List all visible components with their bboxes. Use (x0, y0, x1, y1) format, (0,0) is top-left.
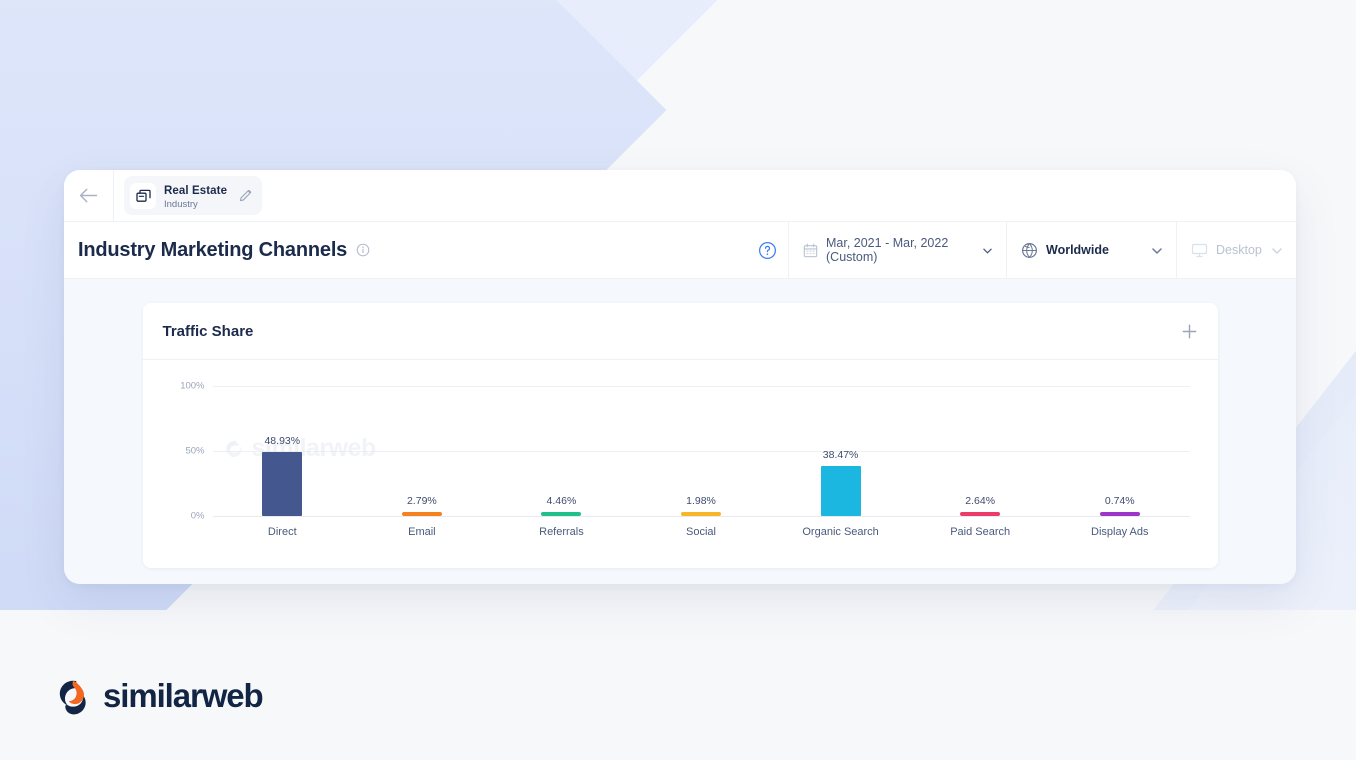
category-label: Referrals (539, 526, 584, 538)
page-title: Industry Marketing Channels (78, 238, 348, 261)
plus-icon (1182, 324, 1196, 338)
chevron-down-icon (1152, 241, 1162, 259)
date-range-picker[interactable]: Mar, 2021 - Mar, 2022 (Custom) (788, 221, 1006, 279)
industry-icon (130, 182, 156, 209)
bar-value-label: 2.79% (406, 495, 437, 507)
y-axis-tick: 50% (185, 445, 205, 457)
bar[interactable] (960, 512, 1001, 516)
similarweb-mark-icon (59, 680, 86, 715)
y-axis-tick: 0% (190, 510, 205, 522)
bar-column[interactable]: 2.79% (352, 386, 492, 517)
brand-name: similarweb (103, 676, 264, 714)
bar-value-label: 0.74% (1104, 495, 1135, 507)
bar-column[interactable]: 4.46% (492, 386, 632, 517)
bar[interactable] (820, 466, 861, 516)
category-label: Organic Search (802, 526, 879, 538)
window-body: Traffic Share 0% 50% 100% similarweb 48.… (64, 279, 1296, 584)
entity-text: Real Estate Industry (164, 181, 227, 210)
category-axis: Direct Email Referrals Social Organic Search… (213, 526, 1190, 538)
category-label: Social (686, 526, 716, 538)
bar-value-label: 38.47% (822, 449, 859, 461)
bar[interactable] (401, 512, 442, 516)
category-label: Direct (267, 526, 297, 538)
category-label: Email (408, 526, 436, 538)
card-header: Traffic Share (142, 303, 1218, 360)
back-button[interactable] (64, 170, 114, 222)
pencil-icon[interactable] (239, 189, 252, 202)
country-label: Worldwide (1046, 243, 1109, 257)
country-selector[interactable]: Worldwide (1006, 221, 1176, 279)
bar-column[interactable]: 48.93% (213, 386, 353, 517)
similarweb-logo: similarweb (52, 676, 264, 715)
help-circle-icon (758, 241, 776, 259)
bar-column[interactable]: 38.47% (771, 386, 911, 517)
bar-value-label: 1.98% (686, 495, 716, 507)
entity-name: Real Estate (164, 184, 228, 197)
help-button[interactable] (746, 222, 788, 279)
entity-chip-real-estate[interactable]: Real Estate Industry (124, 175, 263, 216)
bar-column[interactable]: 0.74% (1050, 386, 1190, 517)
app-window: Real Estate Industry Industry Marketing … (64, 170, 1296, 584)
bar-column[interactable]: 2.64% (910, 386, 1050, 517)
bar-value-label: 2.64% (965, 495, 996, 507)
card-title: Traffic Share (162, 322, 254, 340)
date-range-label: Mar, 2021 - Mar, 2022 (Custom) (826, 236, 949, 264)
device-selector[interactable]: Desktop (1176, 221, 1296, 279)
bar-value-label: 4.46% (546, 495, 577, 507)
bar[interactable] (262, 452, 303, 516)
bar-series: 48.93% 2.79% 4.46% 1.98% 38.47% 2.64% 0.74% (213, 386, 1190, 517)
bar-column[interactable]: 1.98% (631, 386, 771, 517)
calendar-icon (803, 243, 818, 258)
info-icon[interactable] (356, 243, 370, 257)
y-axis-tick: 100% (180, 380, 205, 392)
entity-subtitle: Industry (164, 198, 198, 210)
bar-value-label: 48.93% (264, 435, 301, 448)
category-label: Display Ads (1091, 526, 1149, 538)
device-label: Desktop (1216, 243, 1262, 257)
top-bar: Real Estate Industry (64, 170, 1296, 222)
chart-plot-area: 0% 50% 100% similarweb 48.93% 2.79% 4.46% 1.9… (171, 381, 1190, 541)
bar[interactable] (1099, 512, 1140, 516)
category-label: Paid Search (950, 526, 1011, 538)
chevron-down-icon (983, 241, 992, 259)
traffic-share-card: Traffic Share 0% 50% 100% similarweb 48.… (142, 303, 1218, 568)
bar[interactable] (681, 512, 722, 516)
page-header: Industry Marketing Channels Mar, 2021 - … (64, 221, 1296, 279)
bar[interactable] (541, 512, 582, 516)
traffic-share-chart: 0% 50% 100% similarweb 48.93% 2.79% 4.46% 1.9… (143, 360, 1218, 568)
globe-icon (1021, 242, 1038, 259)
chevron-down-icon (1272, 241, 1282, 259)
add-button[interactable] (1181, 323, 1198, 340)
desktop-icon (1191, 242, 1208, 259)
arrow-left-icon (79, 188, 98, 203)
